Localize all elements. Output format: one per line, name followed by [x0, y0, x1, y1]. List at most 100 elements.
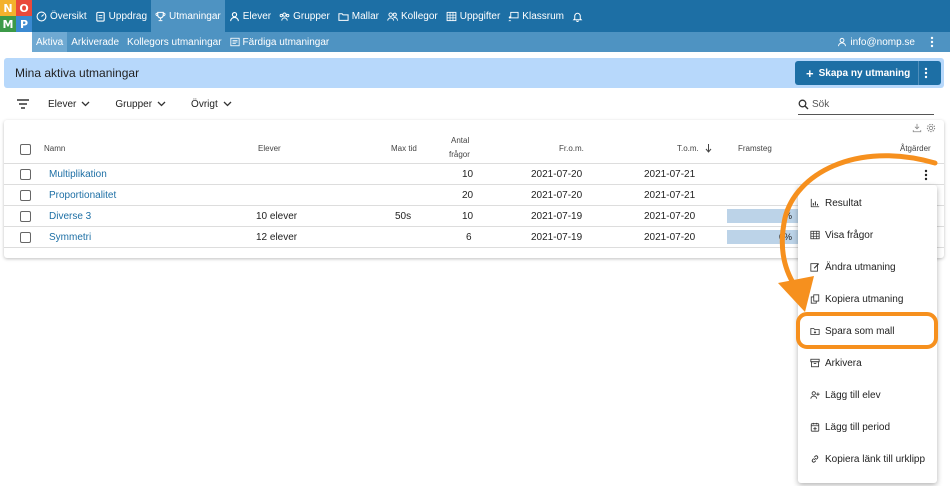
filter-label: Övrigt	[191, 98, 218, 110]
logo-letter: M	[0, 16, 16, 32]
menu-item-andra-utmaning[interactable]: Ändra utmaning	[798, 257, 937, 277]
table-icon	[810, 230, 820, 240]
nav-label: Kollegor	[401, 10, 438, 22]
filter-ovrigt-dropdown[interactable]: Övrigt	[191, 99, 232, 110]
nav-item-elever[interactable]: Elever	[225, 0, 275, 32]
nav-item-uppdrag[interactable]: Uppdrag	[91, 0, 151, 32]
cell-to: 2021-07-21	[644, 169, 696, 180]
challenge-name-link[interactable]: Proportionalitet	[49, 190, 116, 201]
select-all-checkbox[interactable]	[20, 144, 31, 155]
cell-questions: 20	[462, 190, 474, 201]
menu-item-label: Ändra utmaning	[825, 261, 896, 273]
search-input[interactable]: Sök	[798, 95, 934, 115]
archive-icon	[810, 358, 820, 368]
notifications-button[interactable]	[568, 0, 587, 32]
more-vertical-icon[interactable]	[923, 66, 929, 80]
download-icon[interactable]	[912, 123, 922, 133]
row-checkbox[interactable]	[20, 211, 31, 222]
cell-students: 10 elever	[256, 211, 298, 222]
menu-item-label: Kopiera länk till urklipp	[825, 453, 926, 465]
menu-item-arkivera[interactable]: Arkivera	[798, 353, 937, 373]
subtab-arkiverade[interactable]: Arkiverade	[67, 32, 123, 52]
search-placeholder: Sök	[812, 99, 830, 110]
challenge-name-link[interactable]: Symmetri	[49, 232, 91, 243]
filter-label: Elever	[48, 98, 77, 110]
cell-from: 2021-07-19	[531, 232, 583, 243]
header-questions[interactable]: frågor	[449, 150, 470, 159]
menu-item-kopiera-lank[interactable]: Kopiera länk till urklipp	[798, 449, 937, 469]
filter-elever-dropdown[interactable]: Elever	[48, 99, 90, 110]
nav-label: Elever	[242, 10, 272, 22]
users-icon	[387, 11, 398, 21]
row-checkbox[interactable]	[20, 190, 31, 201]
nav-item-utmaningar[interactable]: Utmaningar	[151, 0, 225, 32]
filter-grupper-dropdown[interactable]: Grupper	[115, 99, 166, 110]
nav-label: Översikt	[50, 10, 87, 22]
gear-icon[interactable]	[926, 123, 936, 133]
filter-icon[interactable]	[16, 98, 30, 110]
menu-item-lagg-till-period[interactable]: Lägg till period	[798, 417, 937, 437]
trophy-icon	[155, 11, 166, 21]
nav-item-oversikt[interactable]: Översikt	[32, 0, 91, 32]
progress-text: 0%	[778, 232, 792, 242]
nav-label: Mallar	[351, 10, 380, 22]
create-challenge-button[interactable]: + Skapa ny utmaning	[795, 61, 941, 85]
header-progress[interactable]: Framsteg	[738, 144, 772, 153]
cell-from: 2021-07-19	[531, 211, 583, 222]
header-from[interactable]: Fr.o.m.	[559, 144, 584, 153]
menu-item-label: Visa frågor	[825, 229, 874, 241]
menu-item-lagg-till-elev[interactable]: Lägg till elev	[798, 385, 937, 405]
filter-label: Grupper	[115, 98, 153, 110]
row-checkbox[interactable]	[20, 232, 31, 243]
nav-item-kollegor[interactable]: Kollegor	[383, 0, 442, 32]
header-to[interactable]: T.o.m.	[677, 144, 699, 153]
menu-item-visa-fragor[interactable]: Visa frågor	[798, 225, 937, 245]
menu-item-spara-som-mall[interactable]: Spara som mall	[798, 321, 937, 341]
table-row[interactable]: Multiplikation 10 2021-07-20 2021-07-21	[4, 164, 944, 185]
nomp-logo[interactable]: N O M P	[0, 0, 32, 32]
header-questions[interactable]: Antal	[451, 136, 469, 145]
header-maxtime[interactable]: Max tid	[391, 144, 417, 153]
nav-item-uppgifter[interactable]: Uppgifter	[442, 0, 505, 32]
menu-item-label: Lägg till elev	[825, 389, 881, 401]
cell-maxtime: 50s	[395, 211, 412, 222]
nav-item-mallar[interactable]: Mallar	[334, 0, 383, 32]
header-actions: Åtgärder	[900, 144, 931, 153]
cell-questions: 10	[462, 211, 474, 222]
dashboard-icon	[36, 11, 47, 21]
challenge-name-link[interactable]: Diverse 3	[49, 211, 91, 222]
cell-from: 2021-07-20	[531, 190, 583, 201]
more-vertical-icon[interactable]	[923, 168, 929, 182]
menu-item-label: Spara som mall	[825, 325, 895, 337]
table-header: Namn Elever Max tid Antal frågor Fr.o.m.…	[4, 134, 944, 164]
logo-letter: O	[16, 0, 32, 16]
cell-from: 2021-07-20	[531, 169, 583, 180]
header-name[interactable]: Namn	[44, 144, 65, 153]
chevron-down-icon	[81, 101, 90, 107]
nav-label: Uppgifter	[459, 10, 501, 22]
more-vertical-icon[interactable]	[928, 35, 936, 49]
bar-chart-icon	[810, 198, 820, 208]
subtab-kollegors-utmaningar[interactable]: Kollegors utmaningar	[123, 32, 226, 52]
button-separator	[918, 61, 919, 85]
nav-item-klassrum[interactable]: Klassrum	[504, 0, 568, 32]
filter-bar: Elever Grupper Övrigt	[16, 96, 257, 112]
nav-label: Grupper	[293, 10, 330, 22]
subtab-aktiva[interactable]: Aktiva	[32, 32, 68, 52]
menu-item-resultat[interactable]: Resultat	[798, 193, 937, 213]
nav-item-grupper[interactable]: Grupper	[275, 0, 334, 32]
subtab-fardiga-utmaningar[interactable]: Färdiga utmaningar	[226, 32, 334, 52]
nav-label: Klassrum	[522, 10, 564, 22]
progress-text: %	[783, 211, 792, 221]
cell-to: 2021-07-21	[644, 190, 696, 201]
finished-icon	[229, 37, 240, 47]
user-account[interactable]: info@nomp.se	[837, 35, 950, 49]
menu-item-kopiera-utmaning[interactable]: Kopiera utmaning	[798, 289, 937, 309]
challenge-name-link[interactable]: Multiplikation	[49, 169, 107, 180]
header-students[interactable]: Elever	[258, 144, 281, 153]
row-checkbox[interactable]	[20, 169, 31, 180]
logo-letter: P	[16, 16, 32, 32]
bell-icon	[572, 12, 583, 22]
top-navigation: N O M P Översikt Uppdrag Utmaningar Elev…	[0, 0, 950, 32]
calendar-plus-icon	[810, 422, 820, 432]
